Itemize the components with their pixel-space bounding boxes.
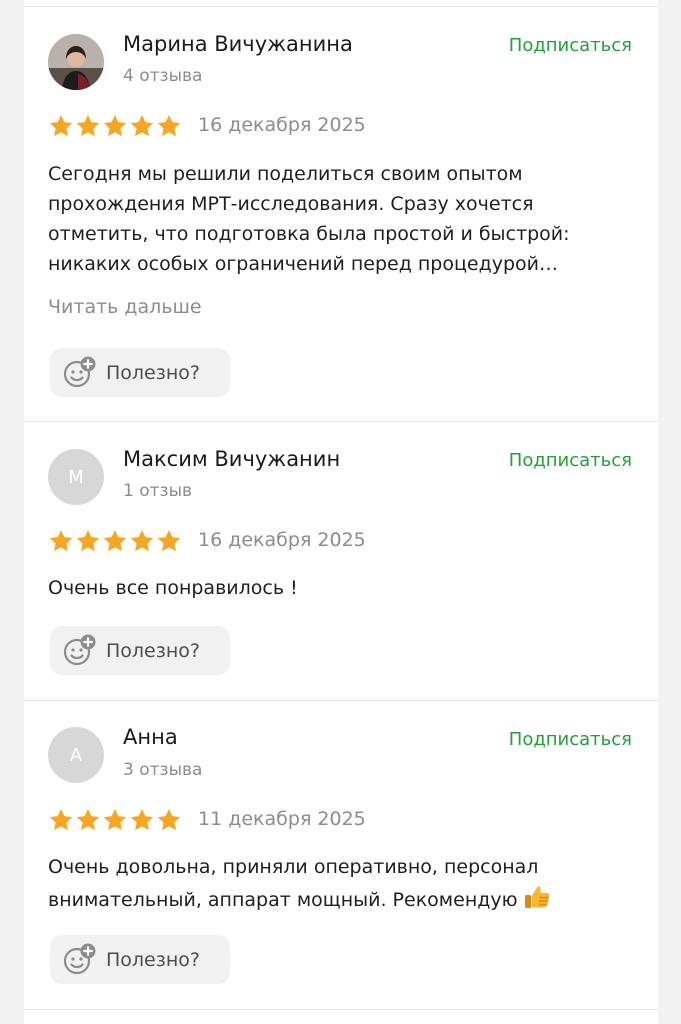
star-icon bbox=[102, 113, 128, 139]
reviews-feed: Марина Вичужанина 4 отзыва Подписаться 1… bbox=[24, 0, 658, 1024]
useful-label: Полезно? bbox=[106, 639, 200, 662]
star-icon bbox=[129, 807, 155, 833]
star-icon bbox=[156, 807, 182, 833]
avatar[interactable]: М bbox=[48, 449, 104, 505]
star-icon bbox=[48, 528, 74, 554]
avatar-photo bbox=[48, 34, 104, 90]
review-count: 3 отзыва bbox=[123, 760, 203, 780]
review-text-content: Очень довольна, приняли оперативно, перс… bbox=[48, 856, 539, 911]
review-count: 1 отзыв bbox=[123, 481, 193, 501]
avatar[interactable] bbox=[48, 34, 104, 90]
thumbs-up-icon bbox=[524, 886, 550, 908]
star-icon bbox=[48, 113, 74, 139]
review-text: Сегодня мы решили поделиться своим опыто… bbox=[48, 163, 570, 275]
rating-stars bbox=[48, 807, 182, 833]
review-text: Очень все понравилось ! bbox=[48, 577, 298, 599]
subscribe-button[interactable]: Подписаться bbox=[509, 729, 632, 750]
star-icon bbox=[75, 528, 101, 554]
review-card: М Максим Вичужанин 1 отзыв Подписаться 1… bbox=[24, 422, 658, 699]
author-name[interactable]: Марина Вичужанина bbox=[123, 32, 353, 56]
smile-plus-icon bbox=[62, 942, 98, 978]
smile-plus-icon bbox=[62, 633, 98, 669]
avatar[interactable]: А bbox=[48, 727, 104, 783]
author-name[interactable]: Максим Вичужанин bbox=[123, 447, 340, 471]
review-card: Марина Вичужанина 4 отзыва Подписаться 1… bbox=[24, 7, 658, 420]
star-icon bbox=[156, 113, 182, 139]
star-icon bbox=[102, 807, 128, 833]
useful-button[interactable]: Полезно? bbox=[50, 626, 230, 675]
read-more-link[interactable]: Читать дальше bbox=[48, 296, 202, 318]
useful-button[interactable]: Полезно? bbox=[50, 348, 230, 397]
review-count: 4 отзыва bbox=[123, 66, 203, 86]
star-icon bbox=[156, 528, 182, 554]
avatar-initial: А bbox=[69, 744, 83, 766]
star-icon bbox=[129, 528, 155, 554]
useful-label: Полезно? bbox=[106, 948, 200, 971]
smile-plus-icon bbox=[62, 355, 98, 391]
useful-label: Полезно? bbox=[106, 361, 200, 384]
author-name[interactable]: Анна bbox=[123, 725, 178, 749]
star-icon bbox=[48, 807, 74, 833]
rating-stars bbox=[48, 528, 182, 554]
rating-stars bbox=[48, 113, 182, 139]
review-date: 16 декабря 2025 bbox=[198, 529, 366, 551]
subscribe-button[interactable]: Подписаться bbox=[509, 35, 632, 56]
review-date: 16 декабря 2025 bbox=[198, 114, 366, 136]
star-icon bbox=[75, 807, 101, 833]
star-icon bbox=[129, 113, 155, 139]
review-text: Очень довольна, приняли оперативно, перс… bbox=[48, 852, 638, 915]
review-date: 11 декабря 2025 bbox=[198, 808, 366, 830]
review-card: А Анна 3 отзыва Подписаться 11 декабря 2… bbox=[24, 701, 658, 1008]
avatar-initial: М bbox=[68, 466, 84, 488]
star-icon bbox=[75, 113, 101, 139]
review-divider bbox=[24, 1009, 658, 1010]
subscribe-button[interactable]: Подписаться bbox=[509, 450, 632, 471]
useful-button[interactable]: Полезно? bbox=[50, 935, 230, 984]
star-icon bbox=[102, 528, 128, 554]
